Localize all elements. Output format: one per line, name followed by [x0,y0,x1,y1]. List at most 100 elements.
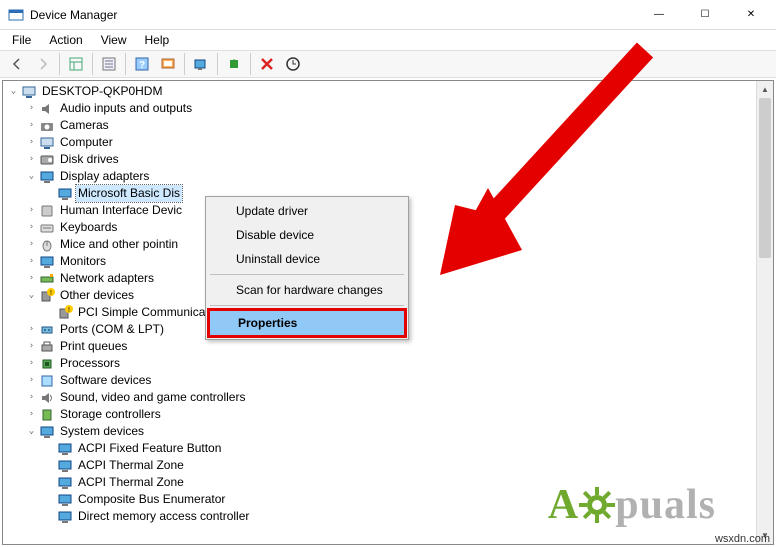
help-button[interactable]: ? [130,52,154,76]
tree-item[interactable]: › Processors [7,355,756,372]
expander-icon[interactable]: › [25,117,38,134]
storage-icon [39,407,55,423]
expander-icon[interactable]: › [25,338,38,355]
tree-item[interactable]: › Sound, video and game controllers [7,389,756,406]
scroll-thumb[interactable] [759,98,771,258]
app-icon [8,7,24,23]
printer-icon [39,339,55,355]
system-icon [57,458,73,474]
sound-icon [39,390,55,406]
system-icon [39,424,55,440]
warning-device-icon: ! [39,288,55,304]
disk-icon [39,152,55,168]
tree-item[interactable]: › Cameras [7,117,756,134]
expander-icon[interactable]: › [25,253,38,270]
vertical-scrollbar[interactable]: ▲ ▼ [756,81,773,544]
system-icon [57,475,73,491]
expander-icon[interactable]: › [25,406,38,423]
window-title: Device Manager [30,8,117,22]
context-menu-scan-hardware[interactable]: Scan for hardware changes [208,278,406,302]
system-icon [57,492,73,508]
minimize-button[interactable]: — [636,0,682,30]
tree-item[interactable]: ACPI Thermal Zone [7,457,756,474]
expander-icon[interactable]: › [25,151,38,168]
menu-action[interactable]: Action [41,31,90,49]
scan-hardware-button[interactable] [189,52,213,76]
context-menu-update-driver[interactable]: Update driver [208,199,406,223]
warning-device-icon: ! [57,305,73,321]
expander-icon[interactable]: › [25,270,38,287]
back-button[interactable] [5,52,29,76]
expander-icon[interactable]: ⌄ [25,287,38,304]
add-legacy-hardware-button[interactable] [222,52,246,76]
highlight-box: Properties [207,308,407,338]
forward-button[interactable] [31,52,55,76]
port-icon [39,322,55,338]
display-icon [39,169,55,185]
network-icon [39,271,55,287]
menu-separator [210,274,404,275]
show-hide-console-tree-button[interactable] [64,52,88,76]
display-icon [57,186,73,202]
speaker-icon [39,101,55,117]
gear-icon [579,487,615,523]
tree-item[interactable]: › Software devices [7,372,756,389]
uninstall-button[interactable] [255,52,279,76]
expander-icon[interactable]: › [25,355,38,372]
monitor-icon [39,254,55,270]
tree-item[interactable]: › Computer [7,134,756,151]
svg-text:!: ! [50,290,52,297]
menu-separator [210,305,404,306]
maximize-button[interactable]: ☐ [682,0,728,30]
tree-item[interactable]: ACPI Fixed Feature Button [7,440,756,457]
tree-item[interactable]: › Audio inputs and outputs [7,100,756,117]
keyboard-icon [39,220,55,236]
logo-letter: A [548,481,579,529]
context-menu: Update driver Disable device Uninstall d… [205,196,409,340]
context-menu-properties[interactable]: Properties [210,311,404,335]
expander-icon[interactable]: › [25,202,38,219]
tree-item-display-adapters[interactable]: ⌄ Display adapters [7,168,756,185]
tree-item[interactable]: › Storage controllers [7,406,756,423]
expander-icon[interactable]: › [25,321,38,338]
scroll-up-icon[interactable]: ▲ [757,81,773,98]
tree-item[interactable]: › Print queues [7,338,756,355]
software-icon [39,373,55,389]
properties-button[interactable] [97,52,121,76]
camera-icon [39,118,55,134]
close-button[interactable]: ✕ [728,0,774,30]
svg-text:?: ? [139,60,145,71]
hid-icon [39,203,55,219]
expander-icon[interactable]: › [25,100,38,117]
computer-icon [39,135,55,151]
toolbar: ? [0,50,776,78]
mouse-icon [39,237,55,253]
context-menu-disable-device[interactable]: Disable device [208,223,406,247]
menu-file[interactable]: File [4,31,39,49]
watermark-text: wsxdn.com [715,533,770,545]
expander-icon[interactable]: › [25,236,38,253]
context-menu-uninstall-device[interactable]: Uninstall device [208,247,406,271]
tree-item[interactable]: › Disk drives [7,151,756,168]
expander-icon[interactable]: › [25,134,38,151]
expander-icon[interactable]: › [25,372,38,389]
tree-item-system-devices[interactable]: ⌄ System devices [7,423,756,440]
expander-icon[interactable]: ⌄ [25,168,38,185]
expander-icon[interactable]: › [25,219,38,236]
expander-icon[interactable]: ⌄ [7,83,20,100]
processor-icon [39,356,55,372]
tree-root[interactable]: ⌄ DESKTOP-QKP0HDM [7,83,756,100]
computer-icon [21,84,37,100]
expander-icon[interactable]: › [25,389,38,406]
appuals-logo: A puals [548,481,716,529]
system-icon [57,441,73,457]
title-bar: Device Manager — ☐ ✕ [0,0,776,30]
menu-view[interactable]: View [93,31,135,49]
system-icon [57,509,73,525]
menu-help[interactable]: Help [137,31,178,49]
svg-text:!: ! [68,307,70,314]
expander-icon[interactable]: ⌄ [25,423,38,440]
logo-text: puals [615,481,716,529]
update-driver-button[interactable] [281,52,305,76]
devices-button[interactable] [156,52,180,76]
